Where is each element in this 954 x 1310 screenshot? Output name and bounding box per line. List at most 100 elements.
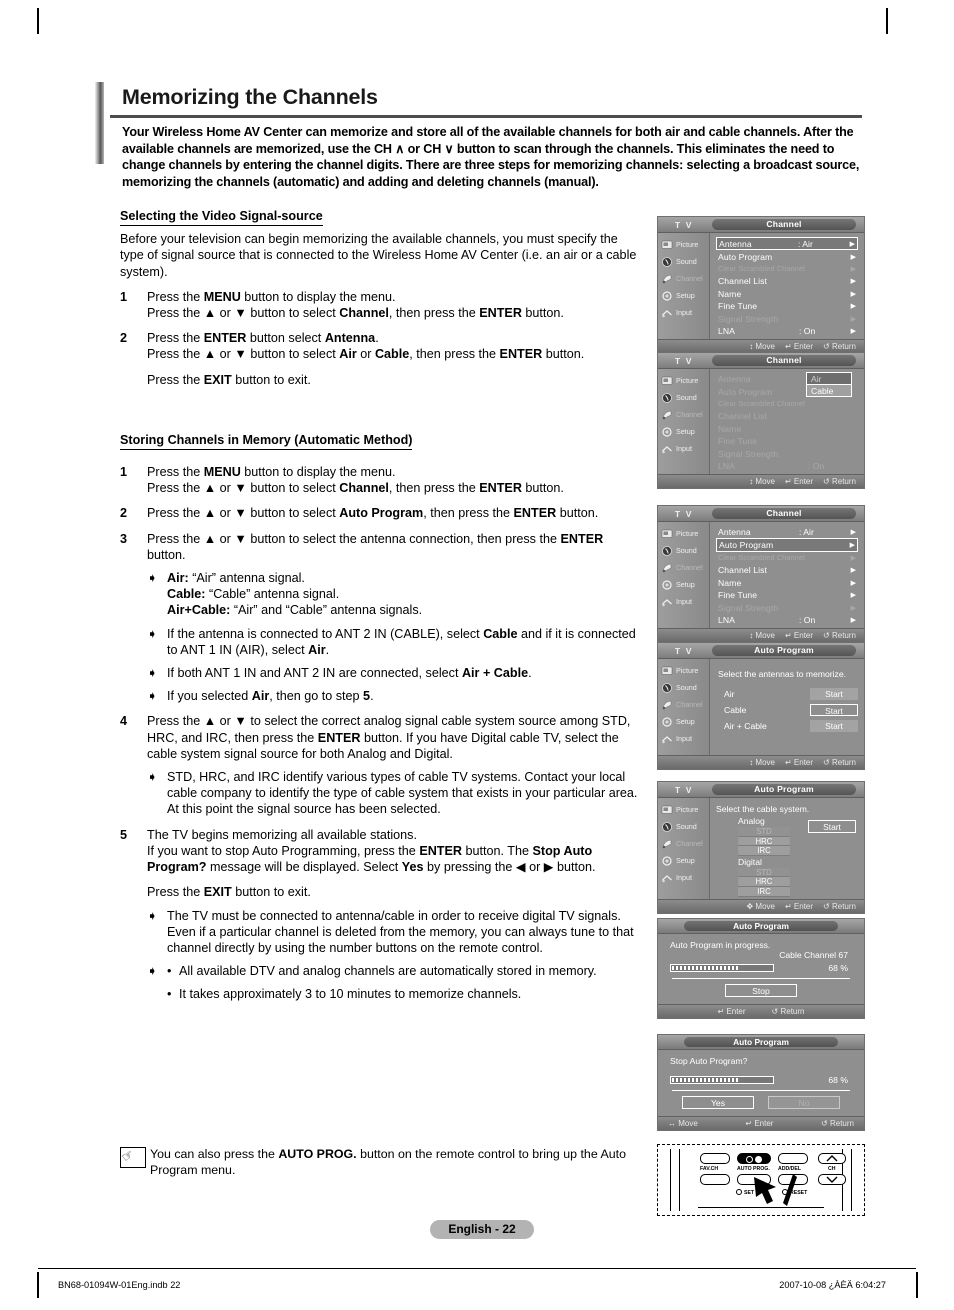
- no-button[interactable]: No: [768, 1096, 840, 1109]
- sidebar-item-input[interactable]: Input: [658, 730, 709, 747]
- sidebar-item-picture[interactable]: Picture: [658, 662, 709, 679]
- start-button-cable[interactable]: Start: [810, 704, 858, 716]
- dialog-footer-hints: ↵ Enter ↺ Return: [658, 1004, 864, 1018]
- footer-tick-right: [916, 1272, 917, 1294]
- start-button-air[interactable]: Start: [810, 688, 858, 700]
- yes-button[interactable]: Yes: [682, 1096, 754, 1109]
- sidebar-item-sound[interactable]: Sound: [658, 253, 709, 270]
- footer-file-info: BN68-01094W-01Eng.indb 22: [58, 1280, 181, 1290]
- menu-row-antenna[interactable]: Antenna : Air ▶: [716, 526, 858, 538]
- menu-row-lna[interactable]: LNA : On ▶: [716, 325, 858, 337]
- dot-bullet-icon: •: [167, 964, 172, 979]
- sidebar-item-sound[interactable]: Sound: [658, 389, 709, 406]
- osd-title: Channel: [712, 355, 856, 366]
- osd-tv-label: T V: [674, 219, 694, 230]
- stop-button[interactable]: Stop: [725, 984, 797, 997]
- digital-option-std[interactable]: STD: [738, 867, 790, 878]
- confirm-question: Stop Auto Program?: [670, 1056, 748, 1066]
- menu-row-auto-program[interactable]: Auto Program ▶: [716, 250, 858, 262]
- sidebar-item-sound[interactable]: Sound: [658, 542, 709, 559]
- sidebar-item-sound[interactable]: Sound: [658, 818, 709, 835]
- menu-row-channel-list[interactable]: Channel List: [716, 410, 858, 422]
- setup-icon: [662, 716, 672, 727]
- digital-option-hrc[interactable]: HRC: [738, 877, 790, 887]
- sidebar-item-picture[interactable]: Picture: [658, 801, 709, 818]
- section-heading-storing-channels: Storing Channels in Memory (Automatic Me…: [120, 432, 413, 451]
- menu-row-auto-program[interactable]: Auto Program ▶: [716, 538, 858, 552]
- start-button-air-cable[interactable]: Start: [810, 720, 858, 732]
- setup-icon: [662, 290, 672, 301]
- osd-titlebar: T V Channel: [658, 506, 864, 522]
- sidebar-item-picture[interactable]: Picture: [658, 236, 709, 253]
- osd-menu-list: Antenna : Auto Program Clear Scrambled C…: [710, 369, 864, 474]
- menu-row-name[interactable]: Name ▶: [716, 288, 858, 300]
- menu-row-name[interactable]: Name ▶: [716, 577, 858, 589]
- menu-row-name[interactable]: Name: [716, 423, 858, 435]
- remote-button-add-del[interactable]: [778, 1153, 808, 1164]
- analog-option-hrc[interactable]: HRC: [738, 836, 790, 847]
- menu-row-fine-tune[interactable]: Fine Tune ▶: [716, 589, 858, 601]
- progress-bar: [670, 1076, 774, 1084]
- remote-button-favch-lower[interactable]: [700, 1174, 730, 1185]
- channel-icon: [662, 839, 672, 848]
- sidebar-item-channel[interactable]: Channel: [658, 559, 709, 576]
- sidebar-item-setup[interactable]: Setup: [658, 576, 709, 593]
- analog-options: STD HRC IRC: [738, 827, 790, 856]
- picture-icon: [661, 240, 673, 249]
- osd-footer-hints: ↕ Move ↵ Enter ↺ Return: [658, 628, 864, 643]
- sidebar-item-setup[interactable]: Setup: [658, 287, 709, 304]
- sound-icon: [662, 821, 672, 832]
- channel-icon: [662, 700, 672, 709]
- sidebar-item-setup[interactable]: Setup: [658, 423, 709, 440]
- hint-enter: ↵ Enter: [784, 901, 814, 911]
- exit-note: Press the EXIT button to exit.: [147, 372, 311, 387]
- sidebar-item-input[interactable]: Input: [658, 869, 709, 886]
- osd-title: Channel: [712, 219, 856, 230]
- sidebar-item-setup[interactable]: Setup: [658, 713, 709, 730]
- digital-option-irc[interactable]: IRC: [738, 886, 790, 897]
- antenna-dropdown[interactable]: Air Cable: [806, 372, 852, 398]
- bullet-item: ➧ STD, HRC, and IRC identify various typ…: [147, 770, 638, 817]
- menu-row-fine-tune[interactable]: Fine Tune ▶: [716, 300, 858, 312]
- menu-row-antenna[interactable]: Antenna : Air ▶: [716, 237, 858, 251]
- step-item: 2 Press the ▲ or ▼ button to select Auto…: [120, 505, 645, 521]
- step-number: 1: [120, 465, 128, 480]
- step-text: Press the MENU button to display the men…: [147, 289, 564, 321]
- osd-title: Auto Program: [712, 645, 856, 656]
- start-button[interactable]: Start: [808, 820, 856, 833]
- dropdown-option-cable[interactable]: Cable: [806, 384, 852, 398]
- chevron-right-icon: ▶: [850, 253, 856, 261]
- remote-button-auto-prog[interactable]: [737, 1153, 771, 1164]
- menu-row-lna[interactable]: LNA : On ▶: [716, 614, 858, 626]
- sidebar-item-picture[interactable]: Picture: [658, 372, 709, 389]
- hint-move: ↕ Move: [749, 631, 775, 641]
- sidebar-item-input[interactable]: Input: [658, 440, 709, 457]
- remote-body-curve: [698, 1207, 824, 1213]
- dropdown-option-air[interactable]: Air: [806, 372, 852, 385]
- menu-row-lna[interactable]: LNA : On: [716, 460, 858, 472]
- menu-row-channel-list[interactable]: Channel List ▶: [716, 564, 858, 576]
- hint-enter: ↵ Enter: [784, 758, 814, 767]
- sidebar-item-channel[interactable]: Channel: [658, 270, 709, 287]
- step-item: 1 Press the MENU button to display the m…: [120, 289, 645, 321]
- sidebar-item-setup[interactable]: Setup: [658, 852, 709, 869]
- analog-option-irc[interactable]: IRC: [738, 846, 790, 856]
- sidebar-item-input[interactable]: Input: [658, 304, 709, 321]
- sidebar-item-input[interactable]: Input: [658, 593, 709, 610]
- progress-percent: 68 %: [828, 963, 848, 973]
- remote-button-favch[interactable]: [700, 1153, 730, 1164]
- menu-row-channel-list[interactable]: Channel List ▶: [716, 275, 858, 287]
- input-icon: [662, 598, 672, 606]
- analog-option-std[interactable]: STD: [738, 827, 790, 837]
- sidebar-item-picture[interactable]: Picture: [658, 525, 709, 542]
- setup-icon: [662, 855, 672, 866]
- osd-sidebar: Picture Sound Channel Setup Input: [658, 798, 710, 899]
- sidebar-item-channel[interactable]: Channel: [658, 406, 709, 423]
- heading-accent-bar: [95, 82, 104, 164]
- sidebar-item-channel[interactable]: Channel: [658, 696, 709, 713]
- chevron-right-icon: ▶: [850, 315, 856, 323]
- osd-sidebar: Picture Sound Channel Setup Input: [658, 233, 710, 340]
- sidebar-item-sound[interactable]: Sound: [658, 679, 709, 696]
- sidebar-item-channel[interactable]: Channel: [658, 835, 709, 852]
- menu-row-fine-tune[interactable]: Fine Tune: [716, 435, 858, 447]
